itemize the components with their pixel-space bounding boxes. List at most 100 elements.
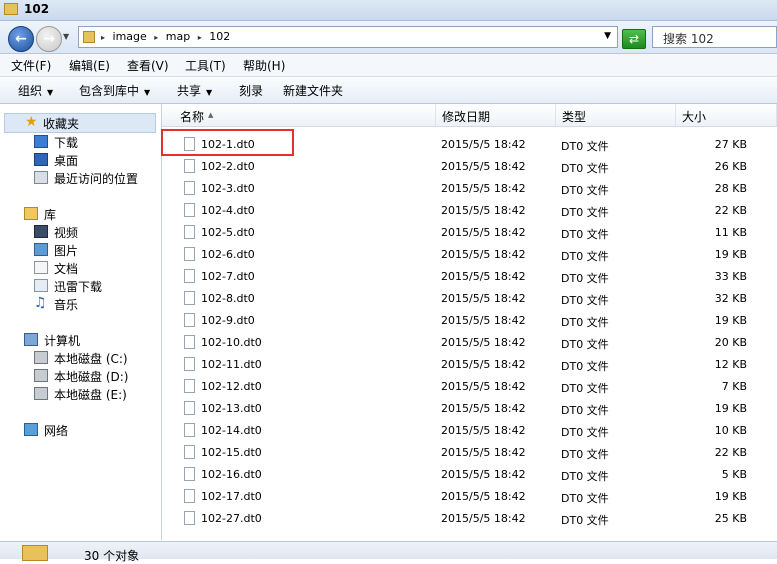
- back-button[interactable]: ←: [8, 26, 34, 52]
- file-size: 25 KB: [714, 512, 747, 525]
- table-row[interactable]: 102-13.dt0 2015/5/5 18:42 DT0 文件 19 KB: [162, 397, 777, 419]
- column-size[interactable]: 大小: [676, 104, 777, 126]
- menu-view[interactable]: 查看(V): [127, 57, 169, 74]
- table-row[interactable]: 102-17.dt0 2015/5/5 18:42 DT0 文件 19 KB: [162, 485, 777, 507]
- file-icon: [184, 511, 195, 525]
- file-size: 33 KB: [714, 270, 747, 283]
- status-bar: 30 个对象: [0, 541, 777, 563]
- nav-label: 最近访问的位置: [54, 172, 139, 186]
- file-icon: [184, 313, 195, 327]
- breadcrumb-item[interactable]: 102: [209, 30, 230, 43]
- table-row[interactable]: 102-5.dt0 2015/5/5 18:42 DT0 文件 11 KB: [162, 221, 777, 243]
- file-name: 102-15.dt0: [201, 446, 262, 459]
- nav-label: 计算机: [44, 334, 81, 348]
- burn-button[interactable]: 刻录: [239, 82, 263, 99]
- file-icon: [184, 401, 195, 415]
- file-size: 19 KB: [714, 314, 747, 327]
- item-count: 30 个对象: [84, 549, 140, 563]
- file-date: 2015/5/5 18:42: [441, 204, 526, 217]
- file-icon: [184, 159, 195, 173]
- folder-icon: [83, 31, 95, 43]
- file-icon: [184, 269, 195, 283]
- column-type[interactable]: 类型: [556, 104, 676, 126]
- file-name: 102-7.dt0: [201, 270, 255, 283]
- address-toolbar: ← → ▼ ▸ image ▸ map ▸ 102 ▼ ⇄ 搜索 102: [0, 21, 777, 54]
- column-name[interactable]: 名称 ▲: [162, 104, 436, 126]
- file-type: DT0 文件: [561, 184, 609, 197]
- nav-label: 本地磁盘 (C:): [54, 352, 128, 366]
- file-name: 102-27.dt0: [201, 512, 262, 525]
- chevron-right-icon[interactable]: ▸: [198, 33, 202, 42]
- library-icon: [24, 207, 38, 220]
- folder-icon: [22, 545, 48, 561]
- organize-button[interactable]: 组织 ▼: [18, 82, 53, 99]
- file-icon: [184, 423, 195, 437]
- file-size: 22 KB: [714, 446, 747, 459]
- table-row[interactable]: 102-4.dt0 2015/5/5 18:42 DT0 文件 22 KB: [162, 199, 777, 221]
- chevron-right-icon[interactable]: ▸: [101, 33, 105, 42]
- nav-label: 图片: [54, 244, 79, 258]
- file-name: 102-12.dt0: [201, 380, 262, 393]
- nav-label: 库: [44, 208, 57, 222]
- file-date: 2015/5/5 18:42: [441, 336, 526, 349]
- menu-edit[interactable]: 编辑(E): [69, 57, 110, 74]
- file-date: 2015/5/5 18:42: [441, 380, 526, 393]
- file-size: 19 KB: [714, 402, 747, 415]
- file-type: DT0 文件: [561, 206, 609, 219]
- menu-file[interactable]: 文件(F): [11, 57, 51, 74]
- table-row[interactable]: 102-11.dt0 2015/5/5 18:42 DT0 文件 12 KB: [162, 353, 777, 375]
- table-row[interactable]: 102-16.dt0 2015/5/5 18:42 DT0 文件 5 KB: [162, 463, 777, 485]
- file-name: 102-9.dt0: [201, 314, 255, 327]
- table-row[interactable]: 102-27.dt0 2015/5/5 18:42 DT0 文件 25 KB: [162, 507, 777, 529]
- search-placeholder: 搜索 102: [663, 32, 714, 46]
- file-name: 102-8.dt0: [201, 292, 255, 305]
- forward-button[interactable]: →: [36, 26, 62, 52]
- menu-help[interactable]: 帮助(H): [243, 57, 285, 74]
- search-input[interactable]: 搜索 102: [652, 26, 777, 48]
- file-size: 26 KB: [714, 160, 747, 173]
- nav-label: 文档: [54, 262, 79, 276]
- sort-ascending-icon: ▲: [208, 111, 214, 119]
- breadcrumb-item[interactable]: image: [113, 30, 147, 43]
- address-dropdown-icon[interactable]: ▼: [604, 31, 611, 41]
- table-row[interactable]: 102-3.dt0 2015/5/5 18:42 DT0 文件 28 KB: [162, 177, 777, 199]
- table-row[interactable]: 102-9.dt0 2015/5/5 18:42 DT0 文件 19 KB: [162, 309, 777, 331]
- chevron-down-icon: ▼: [47, 88, 54, 97]
- table-row[interactable]: 102-8.dt0 2015/5/5 18:42 DT0 文件 32 KB: [162, 287, 777, 309]
- share-button[interactable]: 共享 ▼: [177, 82, 212, 99]
- chevron-right-icon[interactable]: ▸: [154, 33, 158, 42]
- table-row[interactable]: 102-15.dt0 2015/5/5 18:42 DT0 文件 22 KB: [162, 441, 777, 463]
- new-folder-button[interactable]: 新建文件夹: [283, 82, 343, 99]
- file-date: 2015/5/5 18:42: [441, 182, 526, 195]
- recent-places-icon: [34, 171, 48, 184]
- drive-icon: [34, 351, 48, 364]
- table-row[interactable]: 102-10.dt0 2015/5/5 18:42 DT0 文件 20 KB: [162, 331, 777, 353]
- address-bar[interactable]: ▸ image ▸ map ▸ 102 ▼: [78, 26, 618, 48]
- file-list: 102-1.dt0 2015/5/5 18:42 DT0 文件 27 KB 10…: [162, 127, 777, 540]
- file-type: DT0 文件: [561, 250, 609, 263]
- include-library-label: 包含到库中: [79, 84, 140, 98]
- menu-bar: 文件(F) 编辑(E) 查看(V) 工具(T) 帮助(H): [0, 54, 777, 77]
- table-row[interactable]: 102-2.dt0 2015/5/5 18:42 DT0 文件 26 KB: [162, 155, 777, 177]
- file-size: 28 KB: [714, 182, 747, 195]
- column-date[interactable]: 修改日期: [436, 104, 556, 126]
- nav-label: 迅雷下载: [54, 280, 103, 294]
- title-bar: 102: [0, 0, 777, 21]
- breadcrumb-item[interactable]: map: [166, 30, 190, 43]
- menu-tools[interactable]: 工具(T): [185, 57, 226, 74]
- file-type: DT0 文件: [561, 382, 609, 395]
- include-library-button[interactable]: 包含到库中 ▼: [79, 82, 150, 99]
- nav-favorites[interactable]: ★ 收藏夹: [4, 113, 156, 133]
- table-row[interactable]: 102-7.dt0 2015/5/5 18:42 DT0 文件 33 KB: [162, 265, 777, 287]
- refresh-button[interactable]: ⇄: [622, 29, 646, 49]
- table-row[interactable]: 102-6.dt0 2015/5/5 18:42 DT0 文件 19 KB: [162, 243, 777, 265]
- table-row[interactable]: 102-12.dt0 2015/5/5 18:42 DT0 文件 7 KB: [162, 375, 777, 397]
- file-type: DT0 文件: [561, 272, 609, 285]
- video-icon: [34, 225, 48, 238]
- table-row[interactable]: 102-14.dt0 2015/5/5 18:42 DT0 文件 10 KB: [162, 419, 777, 441]
- column-label: 大小: [682, 110, 707, 124]
- file-date: 2015/5/5 18:42: [441, 512, 526, 525]
- recent-pages-dropdown-icon[interactable]: ▼: [63, 32, 69, 41]
- column-label: 名称: [180, 110, 205, 124]
- file-type: DT0 文件: [561, 470, 609, 483]
